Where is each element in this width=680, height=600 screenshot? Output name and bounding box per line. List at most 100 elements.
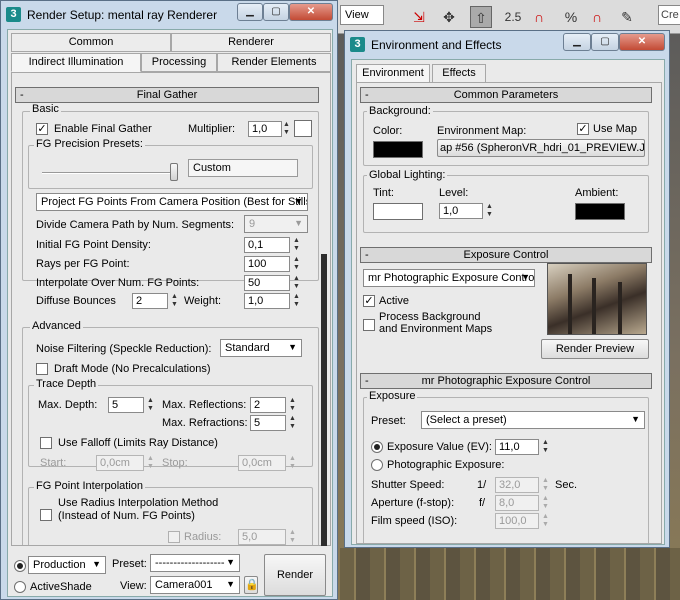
close-button[interactable]: ✕ (619, 33, 665, 51)
exposure-group-label: Exposure (367, 390, 418, 402)
view-dropdown[interactable]: Camera001 ▼ (150, 576, 240, 594)
film-speed-arrows[interactable]: ▲ ▼ (541, 513, 550, 529)
fg-density-arrows[interactable]: ▲ ▼ (292, 237, 301, 253)
radius-checkbox[interactable] (168, 531, 180, 543)
production-dropdown[interactable]: Production ▼ (28, 556, 106, 574)
draft-mode-checkbox[interactable] (36, 363, 48, 375)
max-reflections-arrows[interactable]: ▲ ▼ (288, 397, 297, 413)
fg-project-method-dropdown[interactable]: Project FG Points From Camera Position (… (36, 193, 308, 211)
start-spinner[interactable]: 0,0cm (96, 455, 144, 471)
ev-arrows[interactable]: ▲ ▼ (541, 439, 550, 455)
fg-density-spinner[interactable]: 0,1 (244, 237, 290, 253)
env-client: Environment Effects - Common Parameters B… (351, 59, 665, 545)
max-depth-arrows[interactable]: ▲ ▼ (146, 397, 155, 413)
select-icon[interactable]: ⇧ (470, 6, 492, 28)
weight-spinner[interactable]: 1,0 (244, 293, 290, 309)
max-depth-spinner[interactable]: 5 (108, 397, 144, 413)
edit-named-icon[interactable]: ✎ (616, 6, 638, 28)
noise-filter-dropdown[interactable]: Standard ▼ (220, 339, 302, 357)
tab-renderer[interactable]: Renderer (171, 33, 331, 52)
preset-dropdown[interactable]: ------------------- ▼ (150, 554, 240, 572)
multiplier-spinner[interactable]: 1,0 (248, 121, 282, 137)
rays-spinner[interactable]: 100 (244, 256, 290, 272)
render-preview-button[interactable]: Render Preview (541, 339, 649, 359)
snap-icon[interactable]: 2.5 (502, 6, 524, 28)
max-reflections-spinner[interactable]: 2 (250, 397, 286, 413)
interp-arrows[interactable]: ▲ ▼ (292, 275, 301, 291)
minimize-button[interactable]: ▁ (237, 3, 263, 21)
fg-preset-slider-thumb[interactable] (170, 163, 178, 181)
radius-spinner[interactable]: 5,0 (238, 529, 286, 545)
interp-spinner[interactable]: 50 (244, 275, 290, 291)
rollout-exposure-control[interactable]: - Exposure Control (360, 247, 652, 263)
minimize-button[interactable]: ▁ (563, 33, 591, 51)
stop-arrows[interactable]: ▲ ▼ (288, 455, 297, 471)
rollout-final-gather[interactable]: - Final Gather (15, 87, 319, 103)
bounces-spinner[interactable]: 2 (132, 293, 168, 309)
panel-scrollbar[interactable] (321, 254, 327, 546)
ambient-color-swatch[interactable] (575, 203, 625, 220)
background-color-swatch[interactable] (373, 141, 423, 158)
activeshade-radio[interactable] (14, 581, 26, 593)
close-button[interactable]: ✕ (289, 3, 333, 21)
maximize-button[interactable]: ▢ (591, 33, 619, 51)
multiplier-color-swatch[interactable] (294, 120, 312, 137)
active-checkbox[interactable]: ✓ (363, 295, 375, 307)
maximize-button[interactable]: ▢ (263, 3, 289, 21)
shutter-spinner[interactable]: 32,0 (495, 477, 539, 493)
ev-radio[interactable] (371, 441, 383, 453)
exposure-preset-dropdown[interactable]: (Select a preset) ▼ (421, 411, 645, 429)
fg-presets-label: FG Precision Presets: (34, 138, 145, 150)
lock-icon[interactable]: 🔒 (244, 576, 259, 594)
tab-common[interactable]: Common (11, 33, 171, 52)
use-map-checkbox[interactable]: ✓ (577, 123, 589, 135)
use-falloff-label: Use Falloff (Limits Ray Distance) (58, 437, 218, 449)
shutter-arrows[interactable]: ▲ ▼ (541, 477, 550, 493)
max-reflections-label: Max. Reflections: (162, 399, 247, 411)
process-bg-checkbox[interactable] (363, 319, 375, 331)
tab-environment[interactable]: Environment (356, 64, 430, 83)
max-refractions-arrows[interactable]: ▲ ▼ (288, 415, 297, 431)
angle-snap-icon[interactable]: ∩ (528, 6, 550, 28)
rollout-mr-photographic[interactable]: - mr Photographic Exposure Control (360, 373, 652, 389)
enable-fg-checkbox[interactable]: ✓ (36, 123, 48, 135)
radius-arrows[interactable]: ▲ ▼ (288, 529, 297, 545)
create-field[interactable]: Cre (658, 5, 680, 25)
spinner-snap-icon[interactable]: ∩ (586, 6, 608, 28)
aperture-arrows[interactable]: ▲ ▼ (541, 495, 550, 511)
max-refractions-spinner[interactable]: 5 (250, 415, 286, 431)
radius-method-checkbox[interactable] (40, 509, 52, 521)
rays-arrows[interactable]: ▲ ▼ (292, 256, 301, 272)
link-icon[interactable]: ⇲ (408, 6, 430, 28)
shutter-prefix: 1/ (477, 479, 487, 491)
render-button[interactable]: Render (264, 554, 326, 596)
use-falloff-checkbox[interactable] (40, 437, 52, 449)
divide-segments-dropdown[interactable]: 9 ▼ (244, 215, 308, 233)
exposure-type-dropdown[interactable]: mr Photographic Exposure Contro ▼ (363, 269, 535, 287)
start-arrows[interactable]: ▲ ▼ (146, 455, 155, 471)
tab-indirect-illumination[interactable]: Indirect Illumination (11, 53, 141, 72)
photo-exposure-radio[interactable] (371, 459, 383, 471)
view-select[interactable]: View (340, 5, 384, 25)
level-arrows[interactable]: ▲ ▼ (485, 203, 494, 219)
weight-arrows[interactable]: ▲ ▼ (292, 293, 301, 309)
aperture-spinner[interactable]: 8,0 (495, 495, 539, 511)
tab-processing[interactable]: Processing (141, 53, 217, 72)
global-lighting-label: Global Lighting: (367, 169, 448, 181)
percent-snap-icon[interactable]: % (560, 6, 582, 28)
production-radio[interactable] (14, 560, 26, 572)
stop-spinner[interactable]: 0,0cm (238, 455, 286, 471)
film-speed-spinner[interactable]: 100,0 (495, 513, 539, 529)
window-title: Environment and Effects (371, 38, 502, 52)
env-map-button[interactable]: ap #56 (SpheronVR_hdri_01_PREVIEW.JPG) (437, 139, 645, 157)
level-spinner[interactable]: 1,0 (439, 203, 483, 219)
tint-color-swatch[interactable] (373, 203, 423, 220)
rollout-common-params[interactable]: - Common Parameters (360, 87, 652, 103)
tab-effects[interactable]: Effects (432, 64, 486, 83)
move-icon[interactable]: ✥ (438, 6, 460, 28)
bounces-arrows[interactable]: ▲ ▼ (170, 293, 179, 309)
fg-preset-slider-track[interactable] (42, 172, 176, 174)
ev-spinner[interactable]: 11,0 (495, 439, 539, 455)
multiplier-arrows[interactable]: ▲ ▼ (282, 121, 291, 137)
tab-render-elements[interactable]: Render Elements (217, 53, 331, 72)
